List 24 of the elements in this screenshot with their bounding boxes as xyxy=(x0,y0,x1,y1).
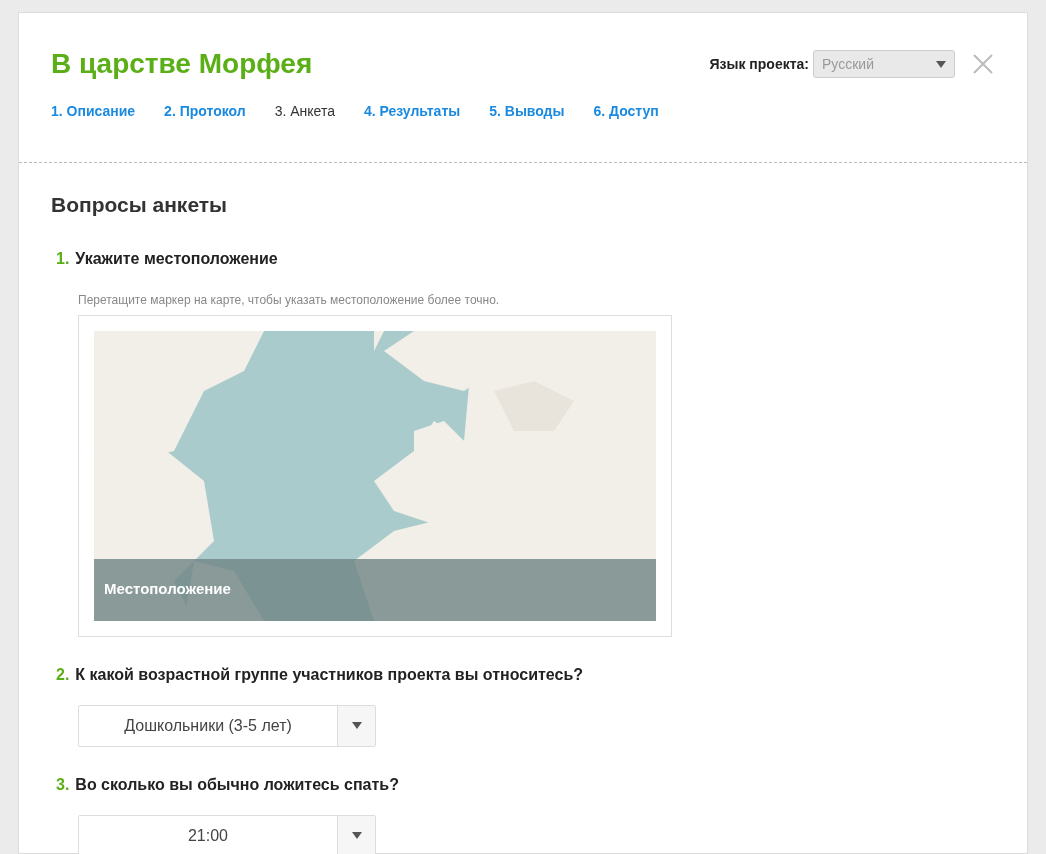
answer-select[interactable]: Дошкольники (3-5 лет) xyxy=(78,704,376,747)
step-tab[interactable]: 2. Протокол xyxy=(164,101,246,122)
language-label: Язык проекта: xyxy=(709,54,809,74)
section-title: Вопросы анкеты xyxy=(51,192,228,218)
answer-select[interactable]: 21:00 xyxy=(78,814,376,854)
question-text: Во сколько вы обычно ложитесь спать? xyxy=(75,774,399,795)
language-select[interactable]: Русский xyxy=(813,50,955,78)
step-tab[interactable]: 6. Доступ xyxy=(593,101,659,122)
close-button[interactable] xyxy=(971,52,995,76)
map-caption: Местоположение xyxy=(104,579,231,600)
step-tab[interactable]: 1. Описание xyxy=(51,101,136,122)
step-tab[interactable]: 5. Выводы xyxy=(489,101,565,122)
question-number: 3. xyxy=(56,774,70,795)
question-text: К какой возрастной группе участников проекта вы относитесь? xyxy=(75,664,583,685)
step-tab[interactable]: 4. Результаты xyxy=(363,101,461,122)
caret-icon xyxy=(351,722,362,729)
caret-icon xyxy=(936,60,946,68)
question-text: Укажите местоположение xyxy=(75,248,278,269)
question-number: 1. xyxy=(56,248,70,269)
step-tab[interactable]: 3. Анкета xyxy=(274,101,335,122)
question-number: 2. xyxy=(56,664,70,685)
caret-icon xyxy=(351,832,362,839)
project-title: В царстве Морфея xyxy=(51,47,313,81)
map-hint: Перетащите маркер на карте, чтобы указать местоположение более точно. xyxy=(78,291,501,309)
